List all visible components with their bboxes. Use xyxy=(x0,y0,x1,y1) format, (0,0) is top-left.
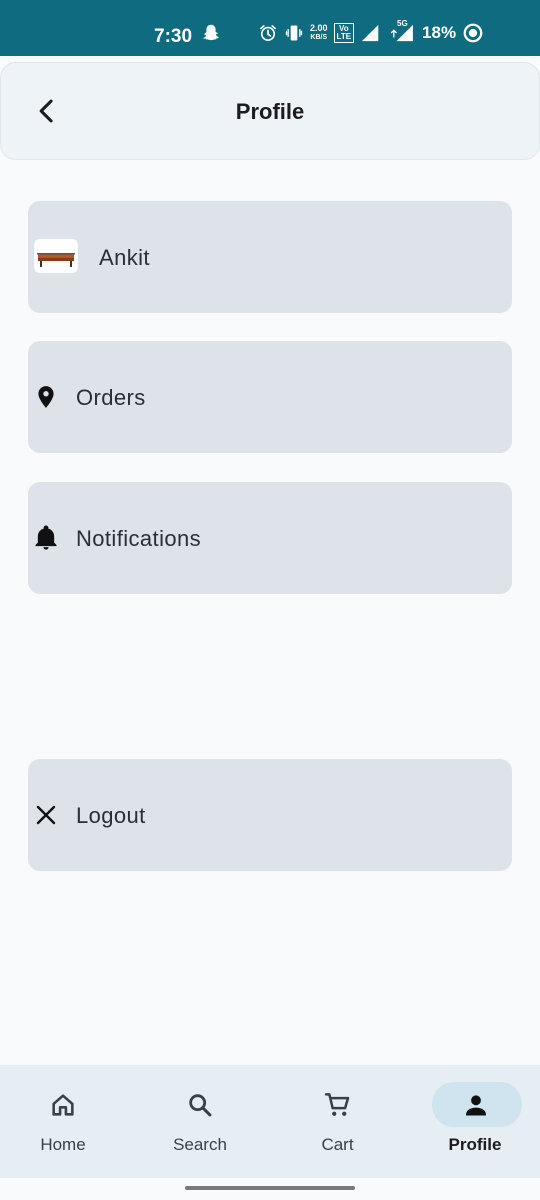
battery-percent: 18% xyxy=(422,23,457,42)
nav-cart-label: Cart xyxy=(321,1135,354,1154)
battery-icon xyxy=(462,22,484,44)
orders-label: Orders xyxy=(76,385,146,410)
bottom-nav: Home Search Cart Profile xyxy=(0,1065,540,1178)
location-pin-icon xyxy=(30,381,62,413)
status-time: 7:30 xyxy=(154,26,193,47)
profile-name: Ankit xyxy=(99,245,150,270)
person-icon xyxy=(460,1089,492,1121)
net-speed-value: 2.00 xyxy=(310,23,328,33)
volte-bottom: LTE xyxy=(336,32,352,41)
net-speed: 2.00 KB/S xyxy=(310,24,328,42)
orders-card[interactable]: Orders xyxy=(28,341,512,453)
nav-cart[interactable]: Cart xyxy=(270,1065,405,1178)
nav-profile-label: Profile xyxy=(448,1135,502,1154)
logout-label: Logout xyxy=(76,803,146,828)
nav-home[interactable]: Home xyxy=(0,1065,135,1178)
status-bar: 7:30 2.00 KB/S Vo LTE 5G 18% xyxy=(0,0,540,56)
status-icons-right: 2.00 KB/S Vo LTE 5G 18% xyxy=(258,19,484,44)
network-type: 5G xyxy=(397,19,408,28)
nav-search-label: Search xyxy=(173,1135,227,1154)
nav-profile[interactable]: Profile xyxy=(405,1065,540,1178)
app-bar: Profile xyxy=(0,62,540,160)
page-title: Profile xyxy=(235,99,305,124)
avatar xyxy=(34,239,78,273)
signal-icon xyxy=(360,23,382,43)
status-icons xyxy=(200,22,222,44)
profile-card[interactable]: Ankit xyxy=(28,201,512,313)
volte-badge: Vo LTE xyxy=(333,23,355,43)
notifications-card[interactable]: Notifications xyxy=(28,482,512,594)
bell-icon xyxy=(30,522,62,554)
nav-search[interactable]: Search xyxy=(135,1065,270,1178)
logout-card[interactable]: Logout xyxy=(28,759,512,871)
signal-5g-icon: 5G xyxy=(388,19,416,43)
cart-icon xyxy=(322,1089,354,1121)
vibrate-icon xyxy=(284,23,304,43)
alarm-icon xyxy=(258,23,278,43)
snapchat-icon xyxy=(200,22,222,44)
home-indicator[interactable] xyxy=(185,1186,355,1190)
notifications-label: Notifications xyxy=(76,526,202,551)
close-icon xyxy=(30,799,62,831)
net-speed-unit: KB/S xyxy=(310,34,328,41)
search-icon xyxy=(184,1089,216,1121)
home-icon xyxy=(47,1089,79,1121)
nav-home-label: Home xyxy=(40,1135,86,1154)
